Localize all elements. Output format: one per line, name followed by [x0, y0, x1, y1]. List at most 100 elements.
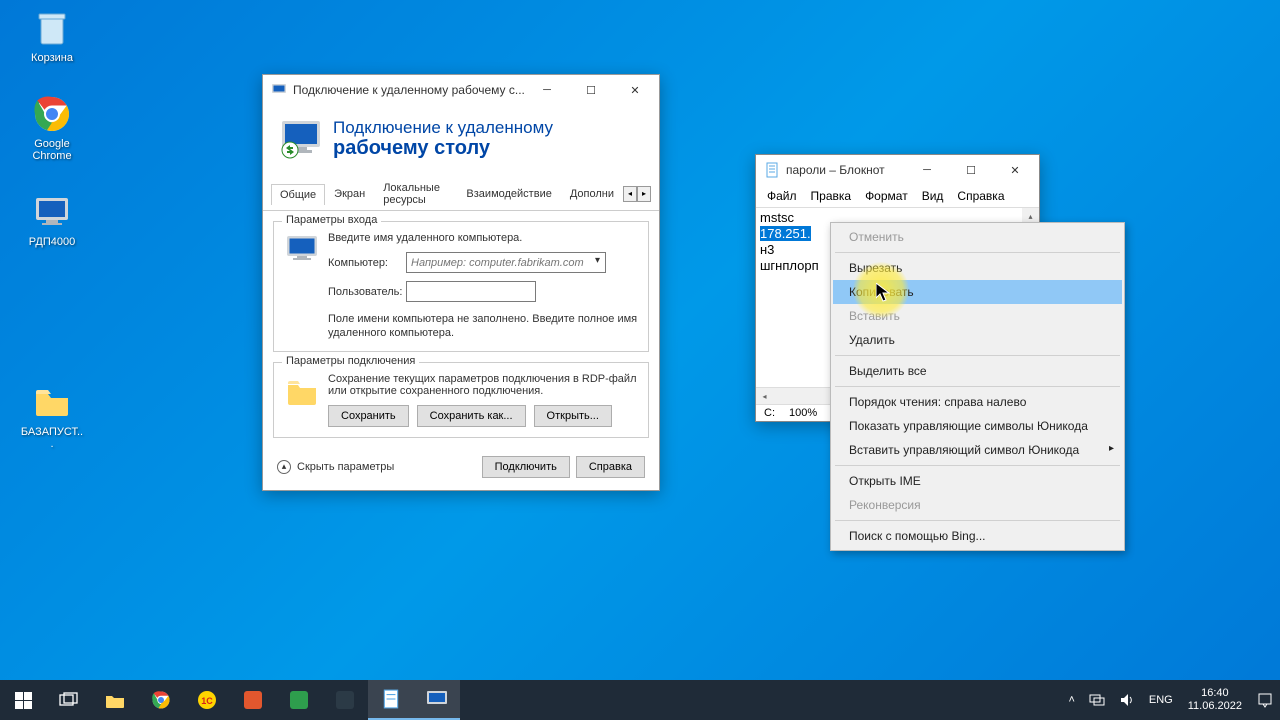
- folder-icon: [32, 382, 72, 422]
- taskbar-app-green[interactable]: [276, 680, 322, 720]
- computer-label: Компьютер:: [328, 257, 406, 269]
- menu-view[interactable]: Вид: [915, 187, 951, 205]
- tab-local-resources[interactable]: Локальные ресурсы: [374, 177, 457, 210]
- rdp-bottom-bar: ▴ Скрыть параметры Подключить Справка: [263, 448, 659, 490]
- tray-action-center-icon[interactable]: [1250, 680, 1280, 720]
- maximize-button[interactable]: ☐: [949, 156, 993, 184]
- login-legend: Параметры входа: [282, 214, 381, 226]
- system-tray: ˄ ENG 16:40 11.06.2022: [1061, 680, 1280, 720]
- ctx-insert-unicode[interactable]: Вставить управляющий символ Юникода: [833, 438, 1122, 462]
- ctx-delete[interactable]: Удалить: [833, 328, 1122, 352]
- svg-text:1C: 1C: [201, 696, 213, 706]
- taskbar-1c[interactable]: 1C: [184, 680, 230, 720]
- desktop-icon-folder[interactable]: БАЗАПУСТ...: [20, 382, 84, 450]
- close-button[interactable]: ✕: [613, 76, 657, 104]
- maximize-button[interactable]: ☐: [569, 76, 613, 104]
- taskbar-app-dark[interactable]: [322, 680, 368, 720]
- computer-input[interactable]: [406, 252, 606, 273]
- clock-time: 16:40: [1201, 687, 1229, 700]
- save-button[interactable]: Сохранить: [328, 405, 409, 427]
- tab-general[interactable]: Общие: [271, 184, 325, 205]
- connection-text: Сохранение текущих параметров подключени…: [328, 373, 638, 397]
- ctx-open-ime[interactable]: Открыть IME: [833, 469, 1122, 493]
- connect-button[interactable]: Подключить: [482, 456, 570, 478]
- start-button[interactable]: [0, 680, 46, 720]
- chevron-up-icon: ▴: [277, 460, 291, 474]
- notepad-titlebar[interactable]: пароли – Блокнот ─ ☐ ✕: [756, 155, 1039, 185]
- rdp-title-text: Подключение к удаленному рабочему с...: [293, 83, 525, 97]
- minimize-button[interactable]: ─: [905, 156, 949, 184]
- taskbar-explorer[interactable]: [92, 680, 138, 720]
- taskbar-app-orange[interactable]: [230, 680, 276, 720]
- rdp-app-icon: [271, 82, 287, 98]
- menu-file[interactable]: Файл: [760, 187, 804, 205]
- rdp-tabs: Общие Экран Локальные ресурсы Взаимодейс…: [263, 177, 659, 211]
- ctx-reconversion[interactable]: Реконверсия: [833, 493, 1122, 517]
- menu-format[interactable]: Формат: [858, 187, 915, 205]
- close-button[interactable]: ✕: [993, 156, 1037, 184]
- user-label: Пользователь:: [328, 286, 406, 298]
- ctx-separator: [835, 465, 1120, 466]
- taskbar-chrome[interactable]: [138, 680, 184, 720]
- minimize-button[interactable]: ─: [525, 76, 569, 104]
- ctx-rtl[interactable]: Порядок чтения: справа налево: [833, 390, 1122, 414]
- ctx-bing-search[interactable]: Поиск с помощью Bing...: [833, 524, 1122, 548]
- chrome-icon: [32, 94, 72, 134]
- login-groupbox: Параметры входа Введите имя удаленного к…: [273, 221, 649, 352]
- ctx-copy[interactable]: Копировать: [833, 280, 1122, 304]
- tab-scroll-arrows: ◂ ▸: [623, 186, 651, 202]
- hide-params-button[interactable]: ▴ Скрыть параметры: [277, 460, 394, 474]
- rdp-file-icon: [32, 192, 72, 232]
- tab-scroll-right[interactable]: ▸: [637, 186, 651, 202]
- rdp-header-line2: рабочему столу: [333, 137, 490, 159]
- status-cursor: С:: [764, 407, 775, 419]
- clock-date: 11.06.2022: [1188, 700, 1242, 713]
- tray-clock[interactable]: 16:40 11.06.2022: [1180, 680, 1250, 720]
- menu-help[interactable]: Справка: [950, 187, 1011, 205]
- menu-edit[interactable]: Правка: [804, 187, 859, 205]
- help-button[interactable]: Справка: [576, 456, 645, 478]
- rdp-titlebar[interactable]: Подключение к удаленному рабочему с... ─…: [263, 75, 659, 105]
- ctx-undo[interactable]: Отменить: [833, 225, 1122, 249]
- selected-text: 178.251.: [760, 226, 811, 241]
- rdp-header: Подключение к удаленному рабочему столу: [263, 105, 659, 177]
- save-as-button[interactable]: Сохранить как...: [417, 405, 526, 427]
- rdp-header-icon: [279, 117, 323, 161]
- tab-experience[interactable]: Взаимодействие: [457, 183, 560, 204]
- tab-advanced[interactable]: Дополни: [561, 183, 623, 204]
- tab-scroll-left[interactable]: ◂: [623, 186, 637, 202]
- save-folder-icon: [284, 373, 320, 409]
- taskbar-rdp[interactable]: [414, 680, 460, 720]
- ctx-select-all[interactable]: Выделить все: [833, 359, 1122, 383]
- taskbar: 1C ˄ ENG 16:40 11.06.2022: [0, 680, 1280, 720]
- computer-icon: [284, 232, 320, 268]
- desktop-icon-recycle-bin[interactable]: Корзина: [20, 8, 84, 64]
- login-prompt: Введите имя удаленного компьютера.: [328, 232, 638, 244]
- notepad-app-icon: [764, 162, 780, 178]
- rdp-header-line1: Подключение к удаленному: [333, 118, 553, 137]
- ctx-show-unicode[interactable]: Показать управляющие символы Юникода: [833, 414, 1122, 438]
- desktop-icon-chrome[interactable]: Google Chrome: [20, 94, 84, 162]
- context-menu: Отменить Вырезать Копировать Вставить Уд…: [830, 222, 1125, 551]
- user-input[interactable]: [406, 281, 536, 302]
- tray-language[interactable]: ENG: [1142, 680, 1180, 720]
- ctx-separator: [835, 520, 1120, 521]
- ctx-cut[interactable]: Вырезать: [833, 256, 1122, 280]
- tray-network-icon[interactable]: [1082, 680, 1112, 720]
- scroll-left-icon[interactable]: ◂: [756, 388, 773, 405]
- desktop-icon-label: Корзина: [20, 52, 84, 64]
- rdp-header-title: Подключение к удаленному рабочему столу: [333, 118, 553, 161]
- taskview-button[interactable]: [46, 680, 92, 720]
- open-button[interactable]: Открыть...: [534, 405, 612, 427]
- rdp-window: Подключение к удаленному рабочему с... ─…: [262, 74, 660, 491]
- taskbar-notepad[interactable]: [368, 680, 414, 720]
- desktop-icon-rdp4000[interactable]: РДП4000: [20, 192, 84, 248]
- desktop-icon-label: Google Chrome: [20, 138, 84, 162]
- connection-groupbox: Параметры подключения Сохранение текущих…: [273, 362, 649, 438]
- ctx-paste[interactable]: Вставить: [833, 304, 1122, 328]
- tray-volume-icon[interactable]: [1112, 680, 1142, 720]
- status-zoom: 100%: [789, 407, 817, 419]
- tab-display[interactable]: Экран: [325, 183, 374, 204]
- tray-chevron-up-icon[interactable]: ˄: [1061, 680, 1081, 720]
- notepad-menubar: Файл Правка Формат Вид Справка: [756, 185, 1039, 207]
